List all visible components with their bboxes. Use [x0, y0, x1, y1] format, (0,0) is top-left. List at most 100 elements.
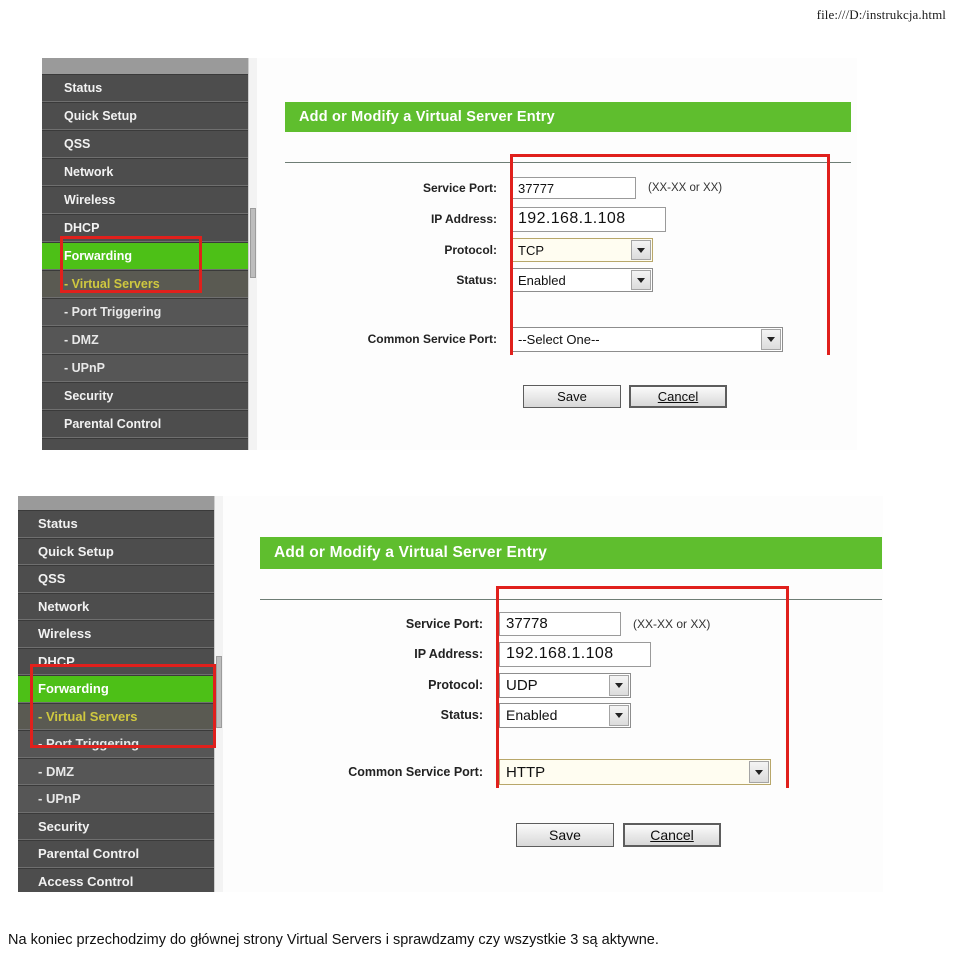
chevron-down-icon[interactable] [631, 270, 651, 290]
sidebar-item-security[interactable]: Security [42, 382, 257, 410]
service-port-value: 37777 [518, 180, 555, 196]
sidebar-item-dhcp[interactable]: DHCP [42, 214, 257, 242]
sidebar-item-virtual-servers[interactable]: - Virtual Servers [42, 270, 257, 298]
sidebar-item-forwarding[interactable]: Forwarding [42, 242, 257, 270]
panel-title-bar: Add or Modify a Virtual Server Entry [285, 102, 851, 132]
protocol-value: TCP [518, 242, 544, 258]
sidebar-item-label: - Virtual Servers [38, 708, 138, 724]
status-value: Enabled [506, 707, 558, 723]
protocol-label: Protocol: [444, 243, 497, 257]
sidebar-item-dmz[interactable]: - DMZ [18, 757, 223, 785]
cancel-button[interactable]: Cancel [623, 823, 721, 847]
sidebar-item-status[interactable]: Status [18, 510, 223, 538]
field-row-status: Status: Enabled [347, 268, 837, 292]
sidebar-item-status[interactable]: Status [42, 74, 257, 102]
save-button[interactable]: Save [516, 823, 614, 847]
protocol-select[interactable]: TCP [511, 238, 653, 262]
chevron-down-icon[interactable] [761, 328, 781, 350]
sidebar-item-forwarding[interactable]: Forwarding [18, 675, 223, 703]
sidebar-item-partial[interactable] [42, 438, 257, 450]
field-row-ip-address: IP Address: 192.168.1.108 [347, 206, 837, 232]
field-row-ip-address: IP Address: 192.168.1.108 [323, 641, 863, 667]
ip-address-value: 192.168.1.108 [506, 645, 614, 662]
sidebar-item-dmz[interactable]: - DMZ [42, 326, 257, 354]
sidebar-item-port-triggering[interactable]: - Port Triggering [18, 730, 223, 758]
common-service-port-value: HTTP [506, 763, 546, 781]
sidebar-item-parental-control[interactable]: Parental Control [18, 840, 223, 868]
sidebar-item-label: Forwarding [64, 249, 133, 263]
sidebar-item-label: - DMZ [38, 763, 75, 779]
service-port-input[interactable]: 37777 [511, 177, 636, 199]
sidebar-item-wireless[interactable]: Wireless [18, 620, 223, 648]
sidebar-scroll-thumb[interactable] [250, 208, 256, 278]
sidebar-item-label: - UPnP [64, 361, 105, 375]
common-service-port-select[interactable]: HTTP [499, 759, 771, 785]
common-service-port-value: --Select One-- [518, 331, 600, 347]
sidebar-item-quick-setup[interactable]: Quick Setup [42, 102, 257, 130]
sidebar-item-access-control[interactable]: Access Control [18, 867, 223, 892]
sidebar-item-label: Forwarding [38, 681, 109, 697]
panel-title: Add or Modify a Virtual Server Entry [299, 109, 555, 125]
sidebar-item-label: Network [64, 165, 114, 179]
sidebar-item-dhcp[interactable]: DHCP [18, 647, 223, 675]
sidebar-item-label: Network [38, 598, 90, 614]
protocol-select[interactable]: UDP [499, 672, 631, 698]
cancel-button-label: Cancel [650, 827, 694, 843]
sidebar-item-upnp[interactable]: - UPnP [18, 785, 223, 813]
sidebar-item-quick-setup[interactable]: Quick Setup [18, 537, 223, 565]
chevron-down-icon[interactable] [749, 761, 769, 783]
sidebar-item-label: - Port Triggering [38, 736, 140, 752]
sidebar-scrollbar[interactable] [248, 58, 257, 450]
sidebar-item-network[interactable]: Network [18, 592, 223, 620]
sidebar-item-security[interactable]: Security [18, 812, 223, 840]
sidebar-item-network[interactable]: Network [42, 158, 257, 186]
ip-address-input[interactable]: 192.168.1.108 [511, 206, 666, 232]
cancel-button[interactable]: Cancel [629, 385, 727, 408]
screenshot-1-sidebar: Status Quick Setup QSS Network Wireless … [42, 58, 257, 450]
screenshot-2-sidebar: Status Quick Setup QSS Network Wireless … [18, 496, 223, 892]
sidebar-scrollbar[interactable] [214, 496, 223, 892]
sidebar-item-qss[interactable]: QSS [42, 130, 257, 158]
sidebar-item-port-triggering[interactable]: - Port Triggering [42, 298, 257, 326]
common-service-port-select[interactable]: --Select One-- [511, 326, 783, 352]
chevron-down-icon[interactable] [631, 240, 651, 260]
field-row-common-service-port: Common Service Port: HTTP [251, 759, 871, 785]
sidebar-item-label: - Virtual Servers [64, 277, 160, 291]
sidebar-item-label: QSS [64, 137, 91, 151]
panel-divider [285, 162, 851, 163]
sidebar-item-upnp[interactable]: - UPnP [42, 354, 257, 382]
sidebar-item-label: Parental Control [38, 846, 140, 862]
sidebar-scroll-thumb[interactable] [216, 656, 222, 728]
save-button-label: Save [557, 389, 587, 404]
status-select[interactable]: Enabled [499, 702, 631, 728]
sidebar-top-strip [42, 58, 257, 74]
sidebar-item-wireless[interactable]: Wireless [42, 186, 257, 214]
ip-address-label: IP Address: [430, 212, 497, 226]
screenshot-1-content: Add or Modify a Virtual Server Entry Ser… [257, 58, 857, 450]
sidebar-item-label: Quick Setup [38, 543, 114, 559]
sidebar-item-label: - UPnP [38, 791, 81, 807]
ip-address-input[interactable]: 192.168.1.108 [499, 641, 651, 667]
screenshot-2-content: Add or Modify a Virtual Server Entry Ser… [223, 496, 883, 892]
service-port-value: 37778 [506, 615, 548, 632]
service-port-input[interactable]: 37778 [499, 611, 621, 636]
status-select[interactable]: Enabled [511, 268, 653, 292]
field-row-protocol: Protocol: UDP [323, 672, 863, 698]
field-row-service-port: Service Port: 37778 (XX-XX or XX) [323, 611, 863, 636]
sidebar-item-label: QSS [38, 571, 66, 587]
caption-text: Na koniec przechodzimy do głównej strony… [8, 932, 659, 948]
sidebar-item-virtual-servers[interactable]: - Virtual Servers [18, 702, 223, 730]
chevron-down-icon[interactable] [609, 704, 629, 726]
ip-address-value: 192.168.1.108 [518, 210, 626, 227]
field-row-common-service-port: Common Service Port: --Select One-- [275, 326, 845, 352]
panel-title: Add or Modify a Virtual Server Entry [274, 544, 548, 561]
sidebar-item-parental-control[interactable]: Parental Control [42, 410, 257, 438]
save-button[interactable]: Save [523, 385, 621, 408]
sidebar-item-label: Status [64, 81, 103, 95]
chevron-down-icon[interactable] [609, 674, 629, 696]
document-header: file:///D:/instrukcja.html [0, 0, 960, 30]
header-url: file:///D:/instrukcja.html [816, 7, 946, 22]
sidebar-item-qss[interactable]: QSS [18, 565, 223, 593]
page-caption: Na koniec przechodzimy do głównej strony… [8, 932, 952, 948]
panel-divider [260, 599, 882, 600]
